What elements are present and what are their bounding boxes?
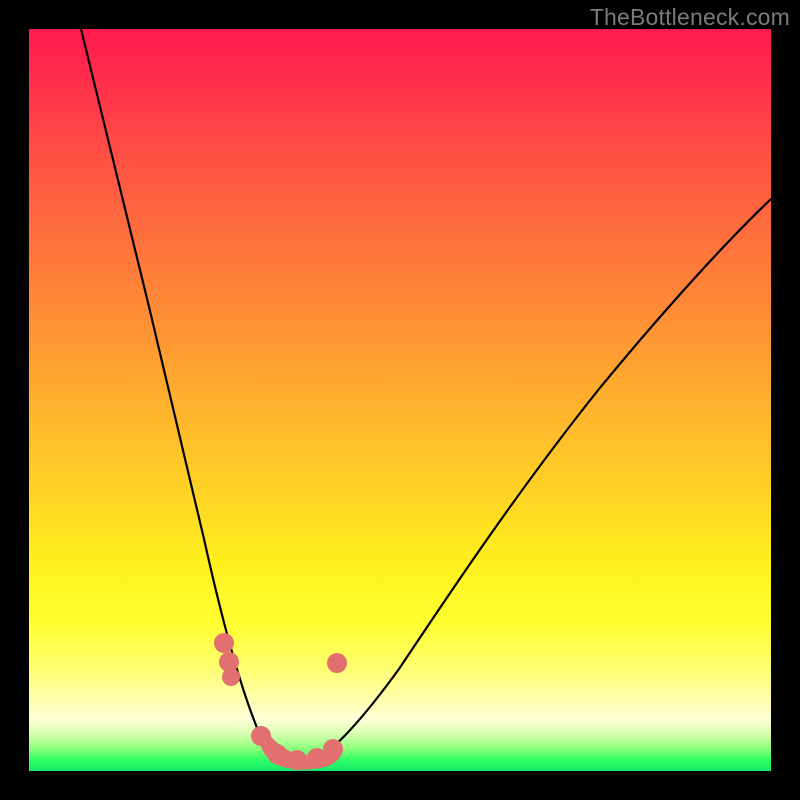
plot-area bbox=[29, 29, 771, 771]
curve-marker bbox=[251, 726, 271, 746]
curve-marker bbox=[323, 739, 343, 759]
bottleneck-curve bbox=[81, 29, 771, 766]
curve-marker bbox=[327, 653, 347, 673]
watermark-text: TheBottleneck.com bbox=[590, 4, 790, 31]
chart-svg bbox=[29, 29, 771, 771]
curve-marker bbox=[214, 633, 234, 653]
chart-frame: TheBottleneck.com bbox=[0, 0, 800, 800]
curve-marker bbox=[267, 744, 287, 764]
curve-marker bbox=[287, 750, 307, 770]
curve-marker bbox=[222, 668, 240, 686]
